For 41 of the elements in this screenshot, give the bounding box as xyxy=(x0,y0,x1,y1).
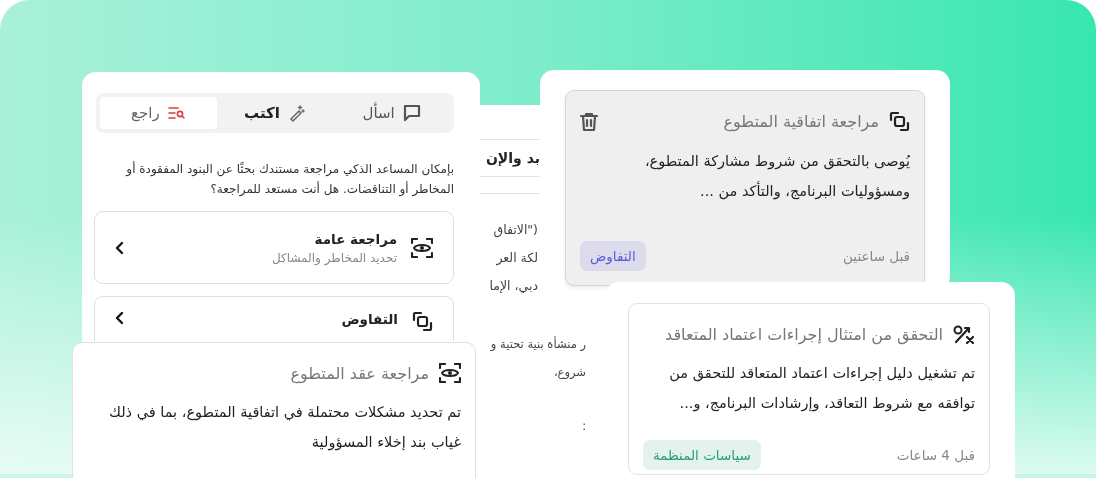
result-card[interactable]: التحقق من امتثال إجراءات اعتماد المتعاقد تم تشغيل دليل إجراءات اعتماد المتعاقد للتحقق من توافقه مع شروط التعاقد، وإرشادات البرنامج، و... قبل 4 ساعات سياسات المنظمة xyxy=(628,303,990,475)
chat-bubble-icon xyxy=(402,104,421,122)
eye-icon xyxy=(439,363,461,383)
tab[interactable]: اكتب xyxy=(216,97,334,129)
result-card[interactable]: مراجعة عقد المتطوع تم تحديد مشكلات محتملة في اتفاقية المتطوع، بما في ذلك غياب بند إخلاء المسؤولية xyxy=(72,342,476,478)
result-card[interactable]: مراجعة اتفاقية المتطوع يُوصى بالتحقق من شروط مشاركة المتطوع، ومسؤوليات البرنامج، والتأكد من ... قبل ساعتين التفاوض xyxy=(565,90,925,286)
option-title: التفاوض xyxy=(340,311,398,327)
eye-icon xyxy=(411,237,433,258)
card-title: مراجعة اتفاقية المتطوع xyxy=(722,112,879,131)
chevron-left-icon[interactable] xyxy=(115,240,124,255)
trash-icon xyxy=(580,111,598,132)
category-tag: سياسات المنظمة xyxy=(643,440,761,470)
card-description: تم تشغيل دليل إجراءات اعتماد المتعاقد للتحقق من توافقه مع شروط التعاقد، وإرشادات البرنامج، و... xyxy=(668,364,975,414)
linked-squares-icon xyxy=(412,311,433,332)
document-text-line: ("الاتفاق xyxy=(493,221,538,240)
timestamp: قبل 4 ساعات xyxy=(896,447,975,463)
option-subtitle: تحديد المخاطر والمشاكل xyxy=(270,250,397,265)
document-text-line: دبي، الإما xyxy=(489,277,538,295)
card-title: مراجعة عقد المتطوع xyxy=(289,363,429,383)
card-title: التحقق من امتثال إجراءات اعتماد المتعاقد xyxy=(664,324,943,344)
document-text-line: شروع، xyxy=(553,364,586,381)
card-description: يُوصى بالتحقق من شروط مشاركة المتطوع، ومسؤوليات البرنامج، والتأكد من ... xyxy=(643,152,910,202)
category-tag: التفاوض xyxy=(580,241,646,271)
list-search-icon xyxy=(167,107,186,119)
checkmark-cross-icon xyxy=(953,324,975,344)
linked-squares-icon xyxy=(889,111,910,132)
card-description: تم تحديد مشكلات محتملة في اتفاقية المتطوع، بما في ذلك غياب بند إخلاء المسؤولية xyxy=(107,403,461,453)
document-text-line: لكة العر xyxy=(496,249,538,268)
review-option[interactable]: مراجعة عامة تحديد المخاطر والمشاكل xyxy=(94,211,454,284)
magic-wand-icon xyxy=(287,104,306,122)
document-text-line: ر منشأة بنية تحتية و xyxy=(490,335,586,353)
review-option[interactable]: التفاوض xyxy=(94,296,454,341)
timestamp: قبل ساعتين xyxy=(843,248,910,264)
tab[interactable]: اسأل xyxy=(333,97,450,129)
chevron-left-icon[interactable] xyxy=(115,311,124,325)
document-heading: بد والإن xyxy=(485,149,540,169)
tab[interactable]: راجع xyxy=(100,97,217,129)
option-title: مراجعة عامة xyxy=(313,230,397,247)
description-text: بإمكان المساعد الذكي مراجعة مستندك بحثًا عن البنود المفقودة أو المخاطر أو التناقضات. هل أنت مستعد للمراجعة؟ xyxy=(124,160,454,199)
delete-button[interactable] xyxy=(580,111,598,132)
document-text-line: : xyxy=(582,418,586,435)
